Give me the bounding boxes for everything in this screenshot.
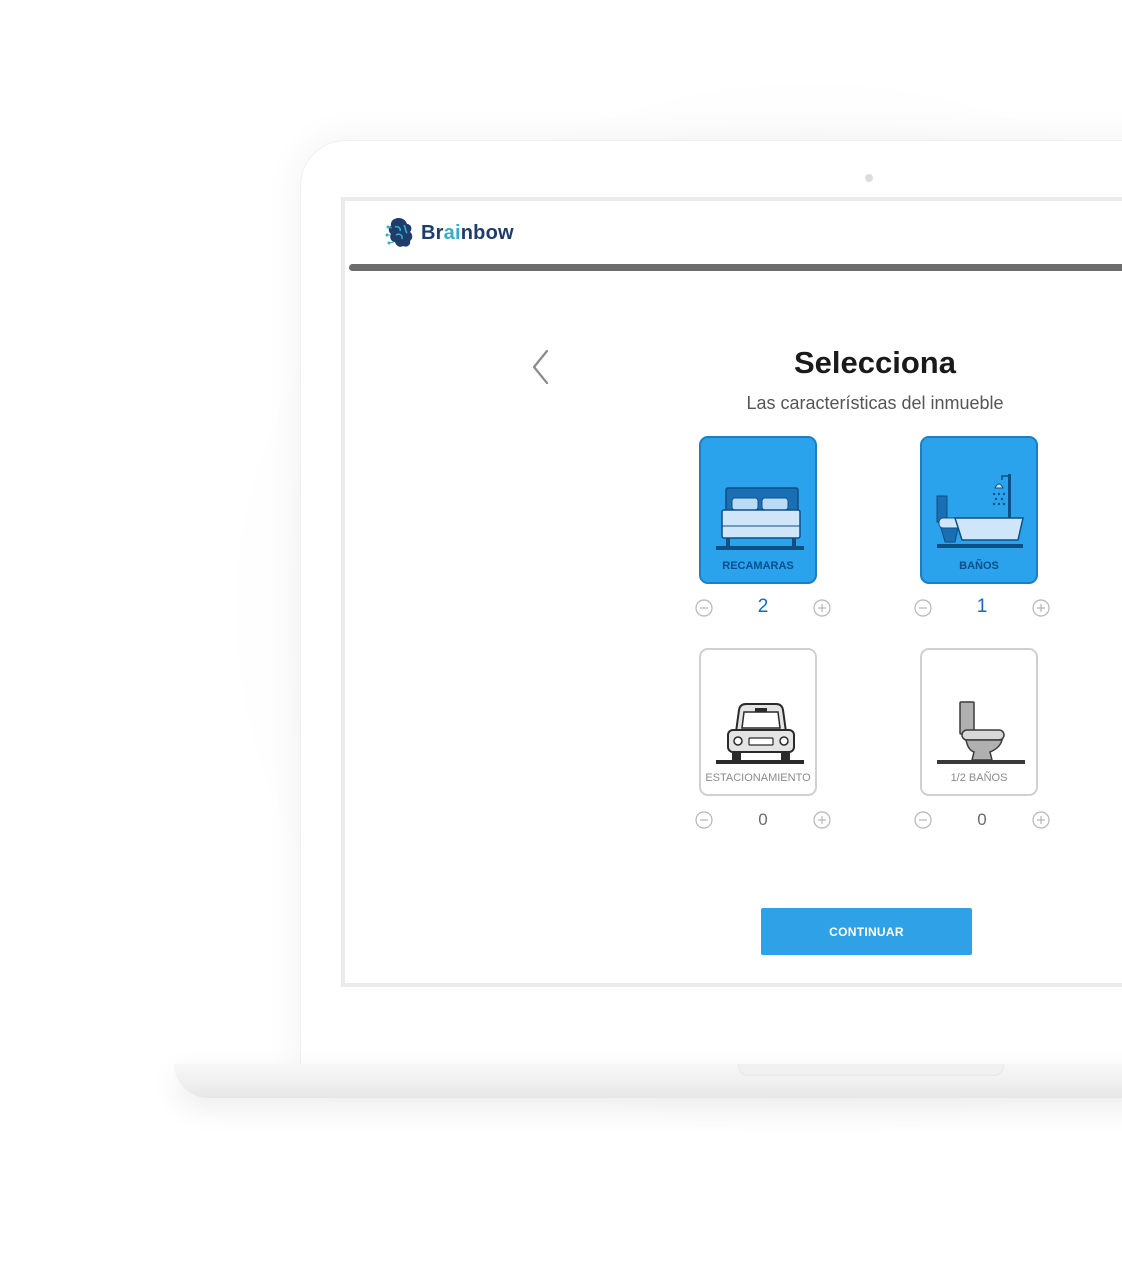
camera-icon (865, 174, 873, 182)
plus-icon[interactable] (1032, 599, 1050, 617)
feature-card-medio-bano[interactable]: 1/2 BAÑOS (920, 648, 1038, 796)
page-subtitle: Las características del inmueble (746, 393, 1004, 413)
plus-icon[interactable] (1032, 811, 1050, 829)
feature-count: 2 (757, 596, 769, 617)
progress-fill (349, 264, 1122, 271)
feature-label: RECAMARAS (722, 560, 794, 572)
feature-label: ESTACIONAMIENTO (705, 772, 811, 784)
stage: Brainbow Selecciona Las características … (0, 0, 1122, 1274)
stepper-medio-bano: 0 (914, 810, 1050, 835)
minus-icon[interactable] (914, 811, 932, 829)
brand-logo[interactable]: Brainbow (385, 213, 514, 253)
minus-icon[interactable] (695, 811, 713, 829)
page-title: Selecciona (794, 345, 956, 380)
feature-card-recamaras[interactable]: RECAMARAS (699, 436, 817, 584)
plus-icon[interactable] (813, 599, 831, 617)
back-arrow-icon[interactable] (529, 347, 553, 387)
progress-bar (349, 264, 1122, 271)
continue-button[interactable]: CONTINUAR (761, 908, 972, 955)
brain-icon (385, 218, 413, 247)
brand-name: Brainbow (421, 221, 514, 244)
feature-count: 0 (758, 810, 768, 829)
feature-label: BAÑOS (959, 560, 999, 572)
feature-count: 0 (977, 810, 987, 829)
app-screen: Brainbow Selecciona Las características … (341, 197, 1122, 987)
plus-icon[interactable] (813, 811, 831, 829)
feature-label: 1/2 BAÑOS (950, 772, 1008, 784)
stepper-estacionamiento: 0 (695, 810, 831, 835)
minus-icon[interactable] (914, 599, 932, 617)
feature-count: 1 (976, 596, 988, 617)
stepper-recamaras: 2 (695, 596, 831, 623)
feature-card-banos[interactable]: BAÑOS (920, 436, 1038, 584)
minus-icon[interactable] (695, 599, 713, 617)
laptop-notch (738, 1064, 1004, 1076)
feature-card-estacionamiento[interactable]: ESTACIONAMIENTO (699, 648, 817, 796)
stepper-banos: 1 (914, 596, 1050, 623)
